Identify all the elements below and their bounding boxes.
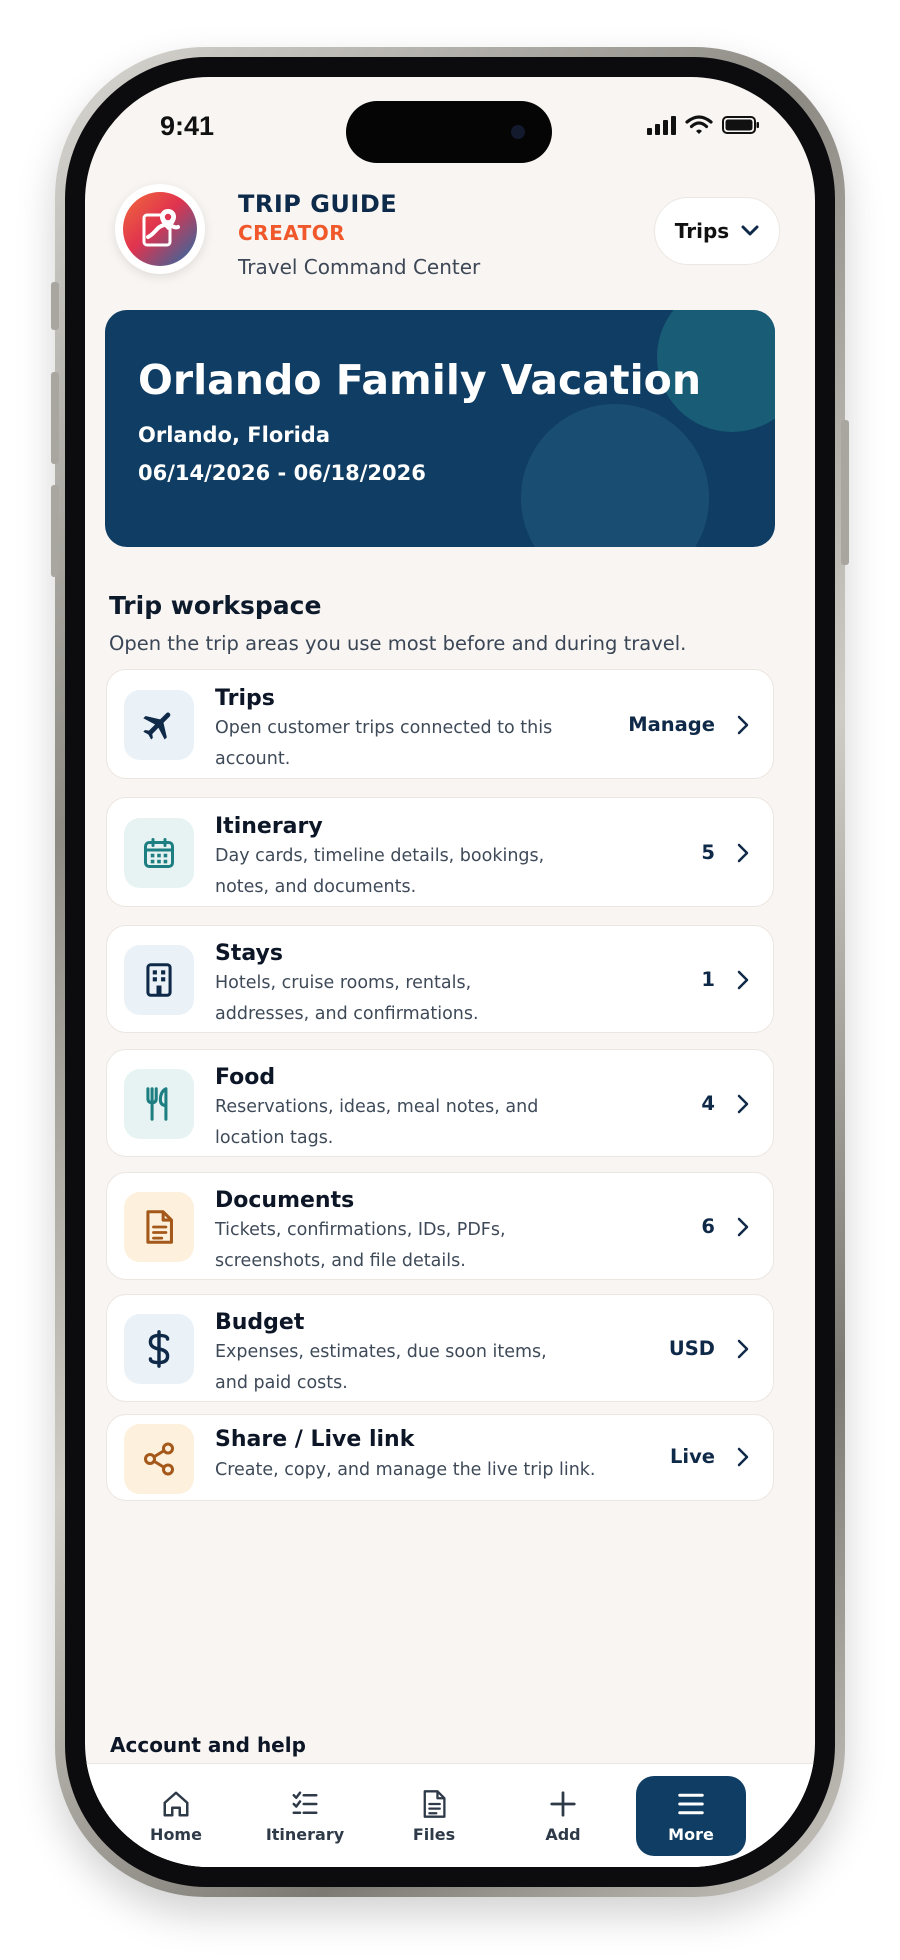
app-logo bbox=[115, 184, 205, 274]
chevron-right-icon bbox=[737, 1217, 749, 1237]
account-help-title: Account and help bbox=[110, 1733, 306, 1757]
dollar-icon bbox=[148, 1330, 170, 1368]
dynamic-island bbox=[346, 101, 552, 163]
workspace-card-budget[interactable]: Budget Expenses, estimates, due soon ite… bbox=[106, 1294, 774, 1402]
card-value: 5 bbox=[701, 841, 715, 864]
section-description: Open the trip areas you use most before … bbox=[109, 632, 687, 655]
card-title: Food bbox=[215, 1065, 276, 1090]
card-value: 4 bbox=[701, 1092, 715, 1115]
file-icon bbox=[423, 1789, 446, 1818]
workspace-card-food[interactable]: Food Reservations, ideas, meal notes, an… bbox=[106, 1049, 774, 1157]
volume-down-button bbox=[51, 485, 59, 577]
card-icon-box bbox=[124, 1314, 194, 1384]
card-description: Day cards, timeline details, bookings, n… bbox=[215, 846, 545, 897]
phone-screen: 9:41 TRIP GUIDE CREATOR Travel Command C… bbox=[85, 77, 815, 1867]
power-button bbox=[841, 420, 849, 565]
bottom-nav: Home Itinerary Files Add More bbox=[85, 1763, 815, 1867]
battery-icon bbox=[722, 116, 759, 134]
trip-hero-card[interactable]: Orlando Family Vacation Orlando, Florida… bbox=[105, 310, 775, 547]
chevron-down-icon bbox=[741, 225, 759, 236]
airplane-icon bbox=[143, 712, 171, 740]
card-value: Live bbox=[669, 1445, 715, 1468]
workspace-card-trips[interactable]: Trips Open customer trips connected to t… bbox=[106, 669, 774, 779]
card-description: Tickets, confirmations, IDs, PDFs, scree… bbox=[215, 1220, 506, 1271]
map-pin-icon bbox=[142, 209, 180, 247]
nav-files[interactable]: Files bbox=[379, 1776, 489, 1856]
card-value: Manage bbox=[628, 713, 715, 736]
chevron-right-icon bbox=[737, 1339, 749, 1359]
card-value: USD bbox=[668, 1337, 715, 1360]
card-title: Share / Live link bbox=[215, 1427, 415, 1452]
card-title: Stays bbox=[215, 941, 283, 966]
chevron-right-icon bbox=[737, 1447, 749, 1467]
chevron-right-icon bbox=[737, 715, 749, 735]
nav-label: Add bbox=[545, 1824, 581, 1844]
action-button bbox=[51, 282, 59, 330]
card-value: 1 bbox=[701, 968, 715, 991]
signal-icon bbox=[647, 116, 676, 135]
status-time: 9:41 bbox=[160, 111, 215, 141]
share-icon bbox=[144, 1442, 174, 1476]
card-icon-box bbox=[124, 945, 194, 1015]
card-description: Hotels, cruise rooms, rentals, addresses… bbox=[215, 973, 479, 1024]
card-icon-box bbox=[124, 1069, 194, 1139]
hero-decoration-circle bbox=[521, 404, 709, 547]
card-title: Documents bbox=[215, 1188, 355, 1213]
workspace-card-stays[interactable]: Stays Hotels, cruise rooms, rentals, add… bbox=[106, 925, 774, 1033]
card-description: Open customer trips connected to this ac… bbox=[215, 718, 553, 769]
building-icon bbox=[146, 963, 172, 997]
workspace-card-itinerary[interactable]: Itinerary Day cards, timeline details, b… bbox=[106, 797, 774, 907]
brand-title: TRIP GUIDE bbox=[238, 190, 398, 218]
front-camera bbox=[511, 125, 525, 139]
card-icon-box bbox=[124, 1192, 194, 1262]
volume-up-button bbox=[51, 372, 59, 464]
card-icon-box bbox=[124, 690, 194, 760]
plus-icon bbox=[550, 1790, 576, 1817]
trip-title: Orlando Family Vacation bbox=[138, 356, 702, 404]
utensils-icon bbox=[146, 1087, 168, 1121]
calendar-icon bbox=[144, 838, 174, 868]
trip-dates: 06/14/2026 - 06/18/2026 bbox=[138, 461, 426, 485]
card-title: Trips bbox=[215, 686, 275, 711]
nav-label: More bbox=[668, 1824, 714, 1844]
card-icon-box bbox=[124, 818, 194, 888]
nav-label: Files bbox=[412, 1824, 456, 1844]
section-title: Trip workspace bbox=[109, 591, 322, 620]
brand-subtitle: CREATOR bbox=[238, 221, 346, 245]
document-icon bbox=[146, 1210, 173, 1244]
nav-more[interactable]: More bbox=[636, 1776, 746, 1856]
chevron-right-icon bbox=[737, 1094, 749, 1114]
card-description: Reservations, ideas, meal notes, and loc… bbox=[215, 1097, 539, 1148]
nav-label: Home bbox=[150, 1824, 202, 1844]
trips-dropdown-label: Trips bbox=[674, 219, 730, 243]
wifi-icon bbox=[685, 115, 713, 134]
card-title: Itinerary bbox=[215, 814, 323, 839]
menu-icon bbox=[678, 1793, 704, 1814]
card-icon-box bbox=[124, 1424, 194, 1494]
card-title: Budget bbox=[215, 1310, 305, 1335]
brand-tagline: Travel Command Center bbox=[238, 255, 481, 279]
card-value: 6 bbox=[701, 1215, 715, 1238]
status-icons bbox=[646, 115, 760, 135]
chevron-right-icon bbox=[737, 843, 749, 863]
workspace-card-documents[interactable]: Documents Tickets, confirmations, IDs, P… bbox=[106, 1172, 774, 1280]
nav-itinerary[interactable]: Itinerary bbox=[250, 1776, 360, 1856]
card-description: Expenses, estimates, due soon items, and… bbox=[215, 1342, 547, 1393]
nav-home[interactable]: Home bbox=[121, 1776, 231, 1856]
workspace-card-share[interactable]: Share / Live link Create, copy, and mana… bbox=[106, 1414, 774, 1501]
trips-dropdown[interactable]: Trips bbox=[654, 197, 780, 265]
card-description: Create, copy, and manage the live trip l… bbox=[215, 1460, 596, 1480]
trip-location: Orlando, Florida bbox=[138, 423, 331, 447]
chevron-right-icon bbox=[737, 970, 749, 990]
nav-add[interactable]: Add bbox=[508, 1776, 618, 1856]
checklist-icon bbox=[292, 1791, 318, 1814]
nav-label: Itinerary bbox=[265, 1824, 345, 1844]
home-icon bbox=[163, 1791, 189, 1816]
